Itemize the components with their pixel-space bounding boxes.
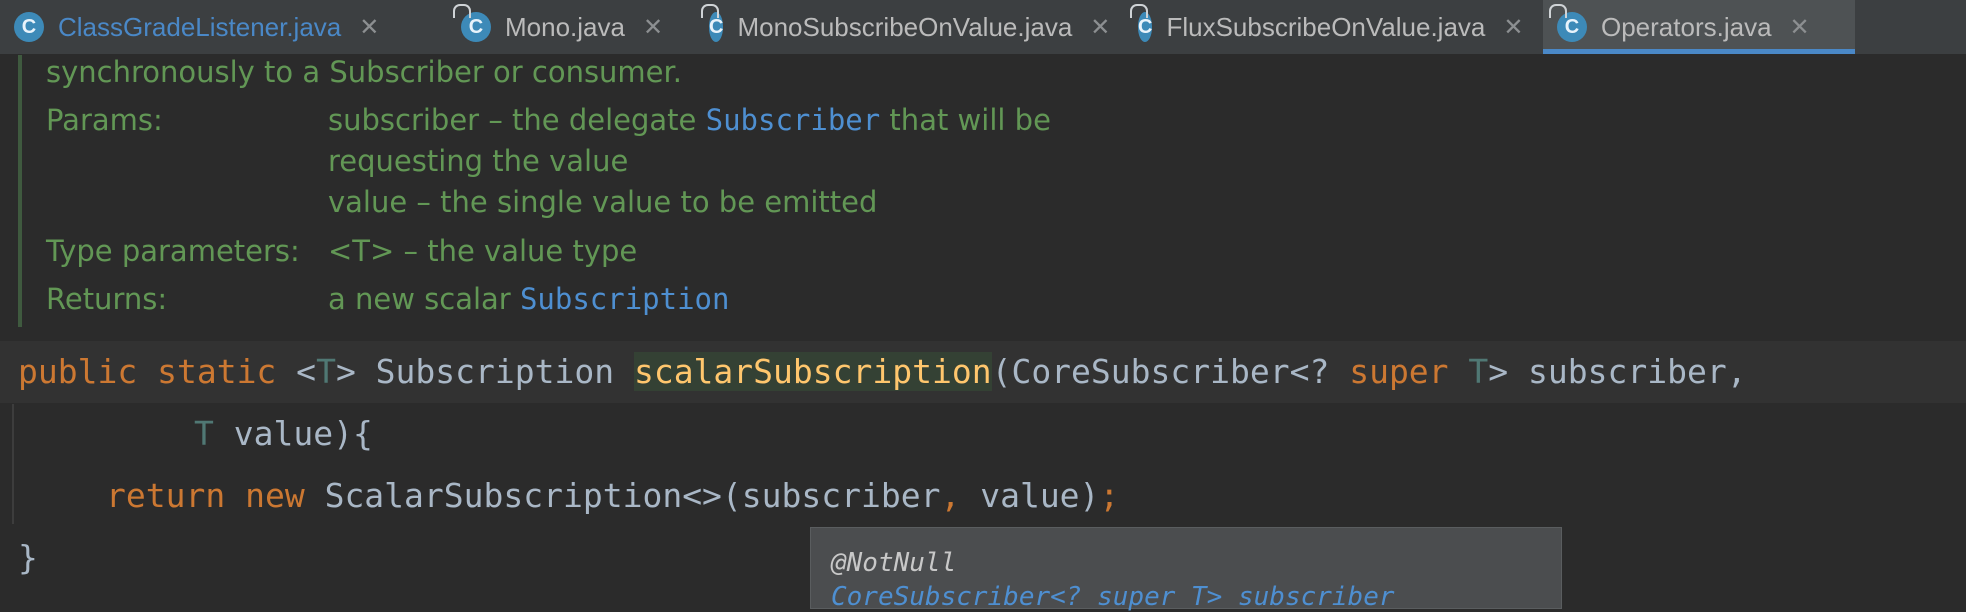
javadoc-description: synchronously to a Subscriber or consume… [46,55,683,89]
javadoc-params-label: Params: [46,103,163,137]
javadoc-gutter-bar [18,55,22,327]
class-locked-icon: C [1549,4,1587,42]
keyword-static: static [157,352,277,391]
close-icon[interactable]: ✕ [1503,13,1523,42]
class-locked-icon: C [1130,4,1153,42]
javadoc-type-params-label: Type parameters: [46,234,300,268]
closing-brace: } [18,538,38,577]
tab-mono[interactable]: C Mono.java ✕ [447,0,695,54]
close-icon[interactable]: ✕ [359,13,379,42]
subscriber-link[interactable]: Subscriber [706,103,881,137]
close-icon[interactable]: ✕ [1090,13,1110,42]
tab-mono-subscribe-on-value[interactable]: C MonoSubscribeOnValue.java ✕ [695,0,1124,54]
type-param-T: T [194,414,214,453]
code-line-params-cont[interactable]: T value){ [0,403,1966,465]
close-icon[interactable]: ✕ [643,13,663,42]
quick-documentation-popup[interactable]: @NotNull CoreSubscriber<? super T> subsc… [810,527,1562,612]
class-locked-icon: C [453,4,491,42]
tab-label: Operators.java [1601,11,1772,42]
popup-type-signature: CoreSubscriber<? super T> subscriber [831,582,1395,612]
tab-operators[interactable]: C Operators.java ✕ [1543,0,1855,54]
code-line-method-signature[interactable]: public static <T> Subscription scalarSub… [0,341,1966,403]
class-locked-icon: C [701,4,724,42]
keyword-super: super [1349,352,1449,391]
returns-text: a new scalar [328,282,520,316]
code-token: ScalarSubscription<>(subscriber [304,476,941,515]
tab-class-grade-listener[interactable]: C ClassGradeListener.java ✕ [0,0,447,54]
code-token: < [276,352,317,391]
javadoc-param-subscriber-cont: requesting the value [328,144,629,178]
keyword-return: return [106,476,226,515]
code-token: value){ [213,414,373,453]
javadoc-rendered-block: synchronously to a Subscriber or consume… [0,55,1966,337]
type-param-T: T [1468,352,1489,391]
close-icon[interactable]: ✕ [1790,13,1810,42]
javadoc-type-params-value: <T> – the value type [328,234,638,268]
code-semicolon: ; [1099,476,1120,515]
javadoc-returns-label: Returns: [46,282,168,316]
method-name[interactable]: scalarSubscription [633,352,992,391]
code-line-return[interactable]: return new ScalarSubscription<>(subscrib… [0,465,1966,527]
code-token: value) [960,476,1100,515]
javadoc-param-subscriber: subscriber – the delegate Subscriber tha… [328,103,1051,137]
param-text: that will be [880,103,1051,137]
tab-label: ClassGradeListener.java [58,11,342,42]
tab-label: Mono.java [505,11,625,42]
type-param-T: T [316,352,336,391]
keyword-new: new [245,476,305,515]
tab-label: MonoSubscribeOnValue.java [737,11,1073,42]
code-token: > subscriber, [1488,352,1747,391]
javadoc-param-value: value – the single value to be emitted [328,185,878,219]
keyword-public: public [18,352,138,391]
code-comma: , [940,476,961,515]
class-icon: C [14,12,44,42]
tab-label: FluxSubscribeOnValue.java [1166,11,1486,42]
tab-flux-subscribe-on-value[interactable]: C FluxSubscribeOnValue.java ✕ [1124,0,1543,54]
subscription-link[interactable]: Subscription [520,282,730,316]
editor-tab-bar: C ClassGradeListener.java ✕ C Mono.java … [0,0,1966,55]
param-text: subscriber – the delegate [328,103,706,137]
code-token: > Subscription [335,352,634,391]
code-token: (CoreSubscriber<? [991,352,1350,391]
popup-annotation: @NotNull [831,548,957,578]
javadoc-returns-value: a new scalar Subscription [328,282,729,316]
